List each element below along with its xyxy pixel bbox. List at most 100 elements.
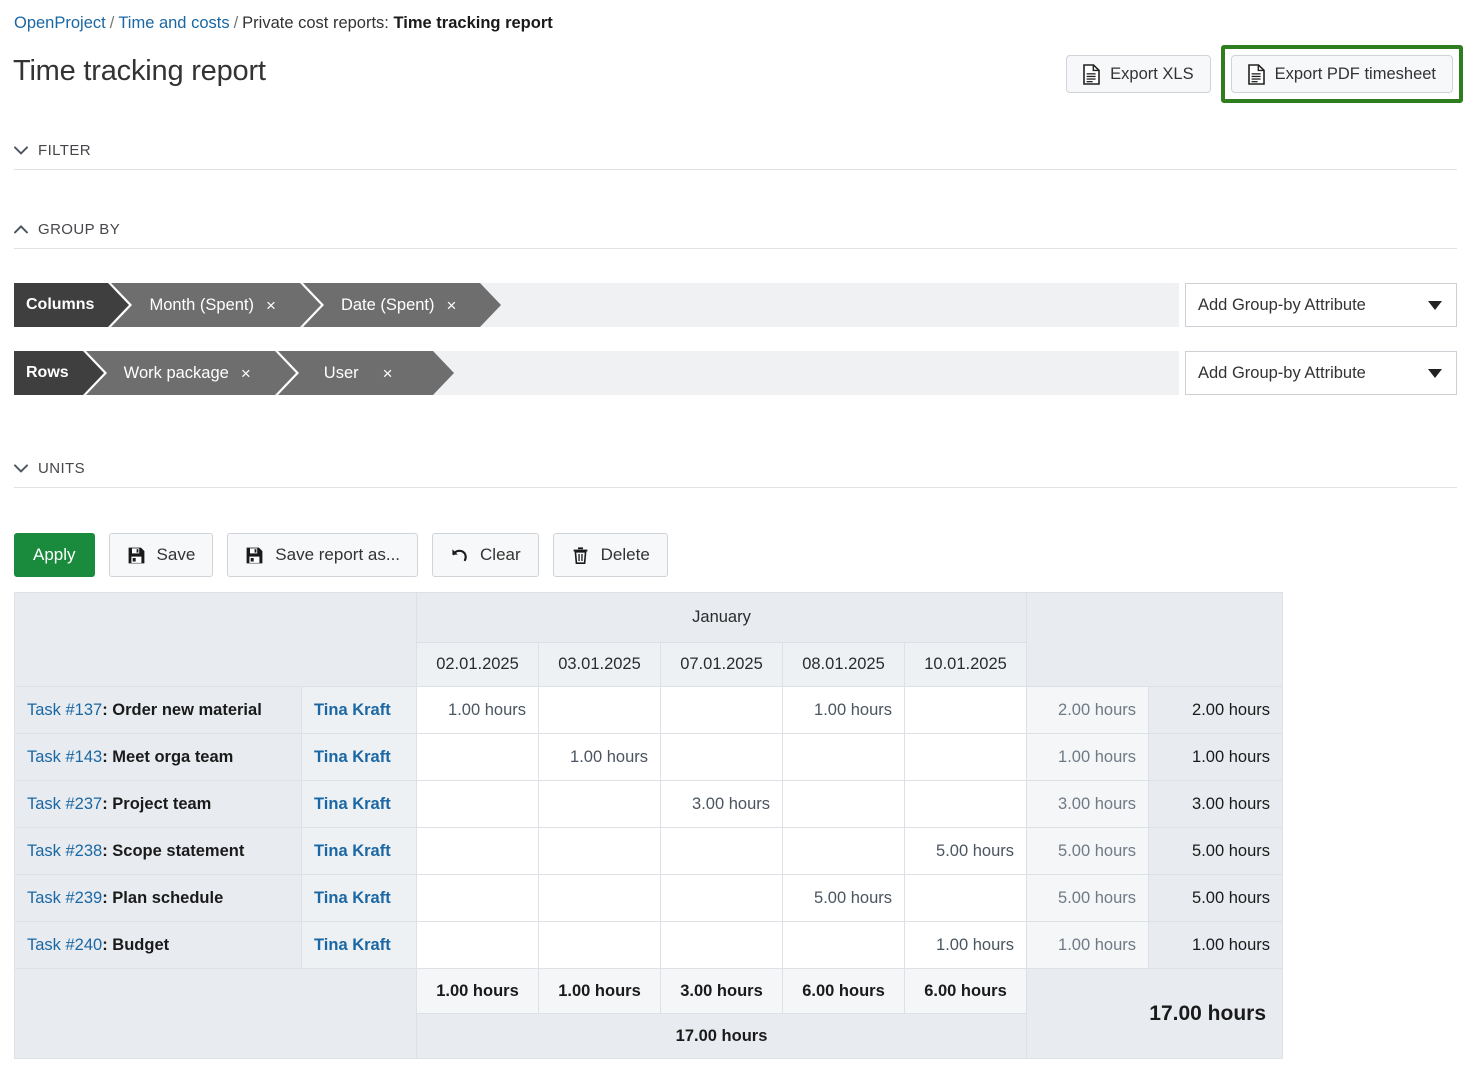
cell-4-1 xyxy=(539,875,661,922)
chevron-up-icon xyxy=(14,225,28,234)
user-link[interactable]: Tina Kraft xyxy=(314,936,391,954)
work-package-link[interactable]: Task #240 xyxy=(27,936,102,954)
cell-5-3 xyxy=(783,922,905,969)
user-link[interactable]: Tina Kraft xyxy=(314,795,391,813)
group-by-chip-label: Work package xyxy=(124,364,229,383)
row-month-subtotal-3: 5.00 hours xyxy=(1027,828,1149,875)
filter-section-label: FILTER xyxy=(38,142,91,159)
group-by-chip-work-package[interactable]: Work package × xyxy=(86,351,275,395)
page-title: Time tracking report xyxy=(13,52,266,90)
apply-button[interactable]: Apply xyxy=(14,533,95,577)
add-group-by-attribute-columns-select[interactable]: Add Group-by Attribute xyxy=(1185,283,1457,327)
filter-section: FILTER xyxy=(14,142,1457,170)
breadcrumb-link-time-and-costs[interactable]: Time and costs xyxy=(118,14,229,32)
breadcrumb-separator-2: / xyxy=(230,14,243,32)
export-pdf-timesheet-button[interactable]: Export PDF timesheet xyxy=(1231,55,1453,93)
floppy-disk-icon xyxy=(245,546,264,565)
work-package-link[interactable]: Task #237 xyxy=(27,795,102,813)
add-group-by-attribute-rows-value: Add Group-by Attribute xyxy=(1198,364,1366,383)
remove-chip-icon[interactable]: × xyxy=(383,365,393,382)
cell-2-4 xyxy=(905,781,1027,828)
group-by-chip-label: Date (Spent) xyxy=(341,296,435,315)
cell-4-3: 5.00 hours xyxy=(783,875,905,922)
user-link[interactable]: Tina Kraft xyxy=(314,889,391,907)
add-group-by-attribute-columns-value: Add Group-by Attribute xyxy=(1198,296,1366,315)
work-package-link[interactable]: Task #239 xyxy=(27,889,102,907)
group-by-section-label: GROUP BY xyxy=(38,221,120,238)
row-work-package-4: Task #239: Plan schedule xyxy=(15,875,302,922)
cell-5-1 xyxy=(539,922,661,969)
chevron-down-icon xyxy=(1428,369,1442,378)
group-by-section-toggle[interactable]: GROUP BY xyxy=(14,221,1457,249)
clear-button[interactable]: Clear xyxy=(432,533,539,577)
work-package-link[interactable]: Task #137 xyxy=(27,701,102,719)
cell-1-3 xyxy=(783,734,905,781)
group-by-rows-row: Rows Work package × User × Add Group-by … xyxy=(14,351,1457,395)
table-row: Task #240: Budget Tina Kraft 1.00 hours … xyxy=(15,922,1283,969)
report-table-head: January 02.01.2025 03.01.2025 07.01.2025… xyxy=(15,593,1283,687)
work-package-title: : Order new material xyxy=(102,701,262,719)
footer-day-total-1: 1.00 hours xyxy=(539,969,661,1014)
cell-2-1 xyxy=(539,781,661,828)
floppy-disk-icon xyxy=(127,546,146,565)
clear-button-label: Clear xyxy=(480,545,521,565)
group-by-columns-row: Columns Month (Spent) × Date (Spent) × A… xyxy=(14,283,1457,327)
export-toolbar: Export XLS Export PDF timesheet xyxy=(1066,45,1463,103)
cell-4-0 xyxy=(417,875,539,922)
header-date-3: 08.01.2025 xyxy=(783,643,905,687)
row-user-2: Tina Kraft xyxy=(302,781,417,828)
document-xls-icon xyxy=(1248,64,1265,85)
group-by-chip-label: Month (Spent) xyxy=(149,296,254,315)
header-corner-cell xyxy=(15,593,417,687)
group-by-chip-month-spent[interactable]: Month (Spent) × xyxy=(111,283,300,327)
footer-day-total-0: 1.00 hours xyxy=(417,969,539,1014)
cell-2-0 xyxy=(417,781,539,828)
row-work-package-2: Task #237: Project team xyxy=(15,781,302,828)
user-link[interactable]: Tina Kraft xyxy=(314,748,391,766)
row-user-0: Tina Kraft xyxy=(302,687,417,734)
work-package-link[interactable]: Task #143 xyxy=(27,748,102,766)
row-total-5: 1.00 hours xyxy=(1149,922,1283,969)
export-pdf-timesheet-label: Export PDF timesheet xyxy=(1275,65,1436,84)
units-section: UNITS xyxy=(14,460,1457,488)
user-link[interactable]: Tina Kraft xyxy=(314,842,391,860)
units-section-label: UNITS xyxy=(38,460,85,477)
cell-4-4 xyxy=(905,875,1027,922)
work-package-title: : Budget xyxy=(102,936,169,954)
save-report-as-button[interactable]: Save report as... xyxy=(227,533,418,577)
cell-2-3 xyxy=(783,781,905,828)
remove-chip-icon[interactable]: × xyxy=(447,297,457,314)
cell-0-1 xyxy=(539,687,661,734)
chevron-down-icon xyxy=(14,464,28,473)
export-xls-button[interactable]: Export XLS xyxy=(1066,55,1210,93)
row-total-3: 5.00 hours xyxy=(1149,828,1283,875)
breadcrumb-link-openproject[interactable]: OpenProject xyxy=(14,14,106,32)
delete-button[interactable]: Delete xyxy=(553,533,668,577)
group-by-chip-label: User xyxy=(324,364,359,383)
remove-chip-icon[interactable]: × xyxy=(266,297,276,314)
row-month-subtotal-1: 1.00 hours xyxy=(1027,734,1149,781)
footer-day-total-2: 3.00 hours xyxy=(661,969,783,1014)
row-work-package-3: Task #238: Scope statement xyxy=(15,828,302,875)
user-link[interactable]: Tina Kraft xyxy=(314,701,391,719)
cell-0-0: 1.00 hours xyxy=(417,687,539,734)
row-total-2: 3.00 hours xyxy=(1149,781,1283,828)
group-by-chip-date-spent[interactable]: Date (Spent) × xyxy=(303,283,480,327)
units-section-toggle[interactable]: UNITS xyxy=(14,460,1457,488)
table-row: Task #238: Scope statement Tina Kraft 5.… xyxy=(15,828,1283,875)
breadcrumb: OpenProject/Time and costs/Private cost … xyxy=(14,12,553,34)
table-row: Task #239: Plan schedule Tina Kraft 5.00… xyxy=(15,875,1283,922)
add-group-by-attribute-rows-select[interactable]: Add Group-by Attribute xyxy=(1185,351,1457,395)
filter-section-toggle[interactable]: FILTER xyxy=(14,142,1457,170)
save-button[interactable]: Save xyxy=(109,533,214,577)
remove-chip-icon[interactable]: × xyxy=(241,365,251,382)
row-total-1: 1.00 hours xyxy=(1149,734,1283,781)
cell-1-2 xyxy=(661,734,783,781)
work-package-link[interactable]: Task #238 xyxy=(27,842,102,860)
chevron-down-icon xyxy=(1428,301,1442,310)
report-actions-toolbar: Apply Save Save report as... Clear Delet… xyxy=(14,533,668,577)
export-xls-label: Export XLS xyxy=(1110,65,1193,84)
group-by-chip-user[interactable]: User × xyxy=(278,351,433,395)
row-work-package-0: Task #137: Order new material xyxy=(15,687,302,734)
work-package-title: : Scope statement xyxy=(102,842,244,860)
